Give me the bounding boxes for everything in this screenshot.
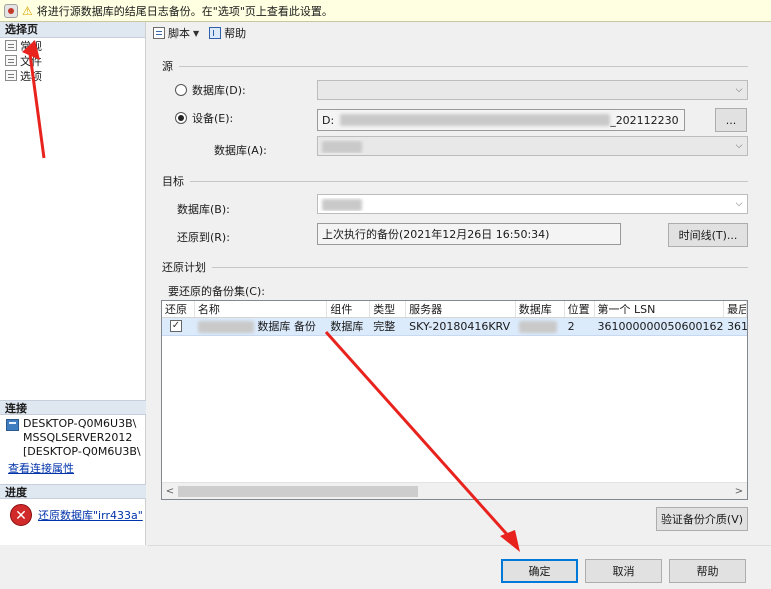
server-cell: SKY-20180416KRV	[409, 320, 511, 333]
progress-header: 进度	[0, 484, 146, 499]
restore-progress-link[interactable]: 还原数据库"irr433a"	[38, 507, 143, 523]
redacted-text	[340, 114, 611, 126]
device-path-prefix: D:	[322, 113, 335, 127]
left-panel: 选择页 常规 文件 选项 连接 DESKTOP-Q0M6U3B\ MSSQLSE…	[0, 22, 146, 545]
source-database-select[interactable]: ⌵	[317, 80, 748, 100]
radio-button[interactable]	[175, 112, 187, 124]
source-group-header: 源	[162, 58, 748, 74]
page-item-label: 常规	[20, 39, 42, 53]
backup-sets-grid[interactable]: 还原 名称 组件 类型 服务器 数据库 位置 第一个 LSN 最后 ✓ 数据库 …	[161, 300, 748, 500]
connection-line: [DESKTOP-Q0M6U3B\	[23, 445, 141, 458]
redacted-text	[518, 321, 557, 333]
connection-line: DESKTOP-Q0M6U3B\	[23, 417, 137, 430]
backup-sets-label: 要还原的备份集(C):	[168, 285, 265, 298]
script-button[interactable]: 脚本 ▼	[150, 24, 202, 42]
connection-info: DESKTOP-Q0M6U3B\ MSSQLSERVER2012 [DESKTO…	[23, 417, 141, 459]
connection-line: MSSQLSERVER2012	[23, 431, 133, 444]
redacted-text	[197, 321, 254, 333]
device-path-suffix: _202112230	[610, 113, 679, 127]
page-item-label: 文件	[20, 54, 42, 68]
column-header[interactable]: 位置	[565, 301, 595, 317]
script-label: 脚本	[168, 27, 190, 40]
horizontal-scrollbar[interactable]: < >	[162, 482, 747, 499]
divider	[179, 65, 748, 67]
help-icon	[209, 27, 222, 39]
connection-section: 连接 DESKTOP-Q0M6U3B\ MSSQLSERVER2012 [DES…	[0, 400, 146, 476]
progress-section: 进度 ✕ 还原数据库"irr433a"	[0, 484, 146, 526]
column-header[interactable]: 还原	[162, 301, 195, 317]
page-item-label: 选项	[20, 69, 42, 83]
scroll-thumb[interactable]	[178, 485, 418, 497]
target-group-header: 目标	[162, 173, 748, 189]
database-radio-label: 数据库(D):	[192, 84, 246, 97]
divider	[190, 180, 748, 182]
scroll-right-icon[interactable]: >	[731, 486, 747, 497]
column-header[interactable]: 名称	[195, 301, 328, 317]
redacted-text	[322, 198, 362, 211]
page-item-files[interactable]: 文件	[0, 53, 145, 68]
verify-backup-media-button[interactable]: 验证备份介质(V)	[656, 507, 748, 531]
target-database-select[interactable]: ⌵	[317, 194, 748, 214]
page-item-general[interactable]: 常规	[0, 38, 145, 53]
source-title: 源	[162, 60, 173, 73]
last-cell: 361	[727, 320, 747, 333]
help-label: 帮助	[224, 27, 247, 40]
page-icon	[5, 55, 17, 66]
scroll-left-icon[interactable]: <	[162, 486, 178, 497]
cancel-button[interactable]: 取消	[585, 559, 662, 583]
column-header[interactable]: 服务器	[406, 301, 516, 317]
error-icon: ✕	[10, 504, 32, 526]
radio-button[interactable]	[175, 84, 187, 96]
toolbar: 脚本 ▼ 帮助	[147, 22, 771, 44]
browse-button[interactable]: ...	[715, 108, 747, 132]
restore-to-field[interactable]: 上次执行的备份(2021年12月26日 16:50:34)	[317, 223, 621, 245]
restore-to-label: 还原到(R):	[177, 231, 230, 244]
script-icon	[153, 27, 165, 39]
type-cell: 完整	[373, 320, 396, 333]
column-header[interactable]: 最后	[724, 301, 747, 317]
connection-header: 连接	[0, 400, 146, 415]
ok-button[interactable]: 确定	[501, 559, 578, 583]
divider	[212, 266, 748, 268]
help-toolbar-button[interactable]: 帮助	[206, 24, 249, 42]
restore-checkbox[interactable]: ✓	[170, 320, 182, 332]
device-path-field[interactable]: D: _202112230	[317, 109, 685, 131]
redacted-text	[322, 140, 362, 153]
restore-plan-header: 还原计划	[162, 259, 748, 275]
chevron-down-icon: ⌵	[735, 141, 743, 151]
timeline-button[interactable]: 时间线(T)...	[668, 223, 748, 247]
view-connection-properties-link[interactable]: 查看连接属性	[0, 460, 146, 476]
grid-header: 还原 名称 组件 类型 服务器 数据库 位置 第一个 LSN 最后	[162, 301, 747, 318]
chevron-down-icon: ⌵	[735, 85, 743, 95]
device-radio-label: 设备(E):	[192, 112, 234, 125]
warning-text: 将进行源数据库的结尾日志备份。在"选项"页上查看此设置。	[36, 4, 333, 18]
column-header[interactable]: 第一个 LSN	[595, 301, 725, 317]
device-radio[interactable]: 设备(E):	[175, 110, 233, 126]
warning-icon: ⚠	[22, 3, 33, 18]
restore-plan-title: 还原计划	[162, 261, 206, 274]
warning-bar: ⚠ 将进行源数据库的结尾日志备份。在"选项"页上查看此设置。	[0, 0, 771, 22]
column-header[interactable]: 组件	[327, 301, 371, 317]
database-radio[interactable]: 数据库(D):	[175, 82, 246, 98]
select-page-header: 选择页	[0, 22, 145, 38]
page-icon	[5, 40, 17, 51]
chevron-down-icon: ⌵	[735, 199, 743, 209]
column-header[interactable]: 类型	[370, 301, 407, 317]
first-lsn-cell: 361000000050600162	[597, 320, 724, 333]
server-icon	[6, 419, 19, 431]
chevron-down-icon[interactable]: ▼	[193, 29, 199, 38]
target-title: 目标	[162, 175, 184, 188]
help-button[interactable]: 帮助	[669, 559, 746, 583]
key-icon	[4, 3, 18, 18]
table-row[interactable]: ✓ 数据库 备份 数据库 完整 SKY-20180416KRV 2 361000…	[162, 318, 747, 336]
source-database-label: 数据库(A):	[214, 144, 267, 157]
device-database-select[interactable]: ⌵	[317, 136, 748, 156]
backup-name: 数据库 备份	[257, 320, 316, 333]
target-database-label: 数据库(B):	[177, 203, 230, 216]
page-icon	[5, 70, 17, 81]
position-cell: 2	[567, 320, 575, 333]
component-cell: 数据库	[330, 320, 364, 333]
column-header[interactable]: 数据库	[516, 301, 565, 317]
page-item-options[interactable]: 选项	[0, 68, 145, 83]
